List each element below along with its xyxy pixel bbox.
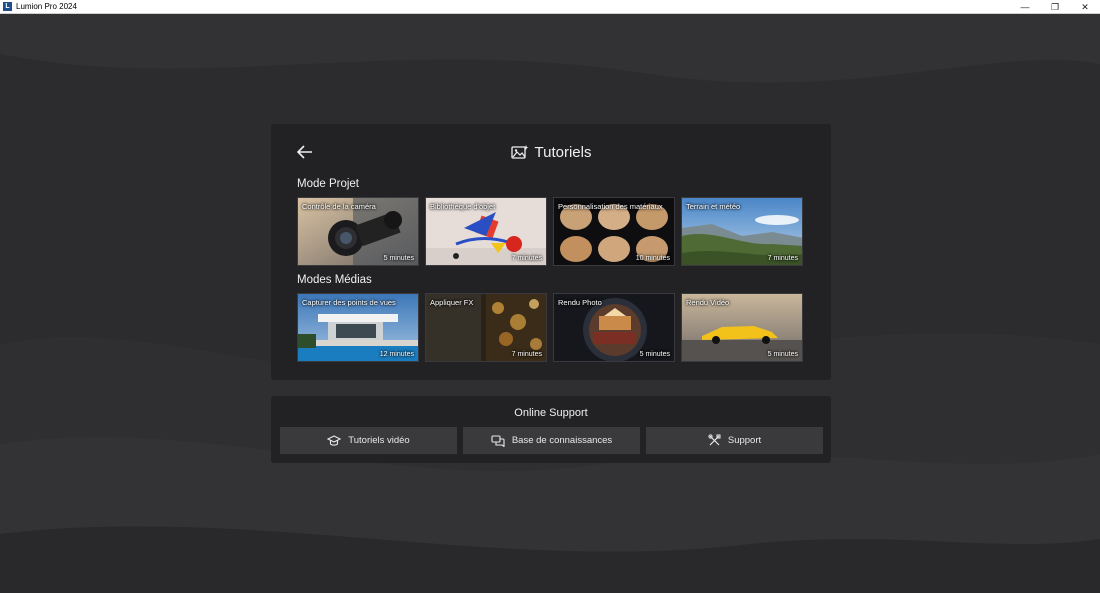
section-title-mode-projet: Mode Projet: [297, 178, 360, 190]
card-duration: 7 minutes: [511, 255, 542, 262]
tutorial-card-fx[interactable]: Appliquer FX 7 minutes: [425, 293, 547, 362]
window-titlebar: L Lumion Pro 2024 — ❐ ✕: [0, 0, 1100, 14]
card-label: Contrôle de la caméra: [302, 202, 376, 211]
card-label: Rendu Photo: [558, 298, 602, 307]
tutorial-card-video-render[interactable]: Rendu Vidéo 5 minutes: [681, 293, 803, 362]
cards-modes-medias: Capturer des points de vues 12 minutes A…: [297, 293, 803, 362]
chat-bubbles-icon: [491, 434, 505, 447]
card-duration: 12 minutes: [379, 351, 414, 358]
card-label: Personnalisation des matériaux: [558, 202, 663, 211]
card-duration: 7 minutes: [767, 255, 798, 262]
support-title: Online Support: [514, 407, 588, 419]
knowledge-base-label: Base de connaissances: [511, 435, 613, 446]
tutorial-card-photo-render[interactable]: Rendu Photo 5 minutes: [553, 293, 675, 362]
close-button[interactable]: ✕: [1070, 0, 1100, 14]
card-label: Terrain et météo: [686, 202, 741, 211]
card-label: Appliquer FX: [430, 298, 474, 307]
support-label: Support: [727, 435, 762, 446]
tutorial-card-object-library[interactable]: Bibliothèque d'objet 7 minutes: [425, 197, 547, 266]
minimize-button[interactable]: —: [1010, 0, 1040, 14]
card-label: Bibliothèque d'objet: [430, 202, 496, 211]
knowledge-base-button[interactable]: Base de connaissances: [463, 427, 640, 454]
section-title-modes-medias: Modes Médias: [297, 274, 372, 286]
card-label: Capturer des points de vues: [302, 298, 396, 307]
cards-mode-projet: Contrôle de la caméra 5 minutes Biblioth…: [297, 197, 803, 266]
window-controls: — ❐ ✕: [1010, 0, 1100, 14]
tools-icon: [708, 434, 721, 446]
restore-button[interactable]: ❐: [1040, 0, 1070, 14]
card-duration: 10 minutes: [635, 255, 670, 262]
online-support-panel: Online Support Tutoriels vidéo Base de c…: [271, 396, 831, 463]
panel-header: Tutoriels: [271, 142, 831, 162]
image-sparkle-icon: [510, 145, 529, 159]
tutorial-card-materials[interactable]: Personnalisation des matériaux 10 minute…: [553, 197, 675, 266]
lumion-logo-icon: L: [3, 2, 12, 11]
tutorial-card-viewpoints[interactable]: Capturer des points de vues 12 minutes: [297, 293, 419, 362]
panel-title: Tutoriels: [534, 143, 592, 161]
logo-letter: L: [5, 3, 10, 10]
support-button[interactable]: Support: [646, 427, 823, 454]
window-title: Lumion Pro 2024: [16, 2, 77, 11]
tutorials-panel: Tutoriels Mode Projet Contrôle de la cam…: [271, 124, 831, 380]
video-tutorials-label: Tutoriels vidéo: [348, 435, 410, 446]
card-label: Rendu Vidéo: [686, 298, 730, 307]
video-tutorials-button[interactable]: Tutoriels vidéo: [280, 427, 457, 454]
graduation-cap-icon: [327, 434, 342, 446]
card-duration: 5 minutes: [639, 351, 670, 358]
card-duration: 5 minutes: [383, 255, 414, 262]
support-buttons: Tutoriels vidéo Base de connaissances Su…: [280, 427, 823, 454]
card-duration: 7 minutes: [511, 351, 542, 358]
tutorial-card-terrain[interactable]: Terrain et météo 7 minutes: [681, 197, 803, 266]
tutorial-card-camera[interactable]: Contrôle de la caméra 5 minutes: [297, 197, 419, 266]
card-duration: 5 minutes: [767, 351, 798, 358]
